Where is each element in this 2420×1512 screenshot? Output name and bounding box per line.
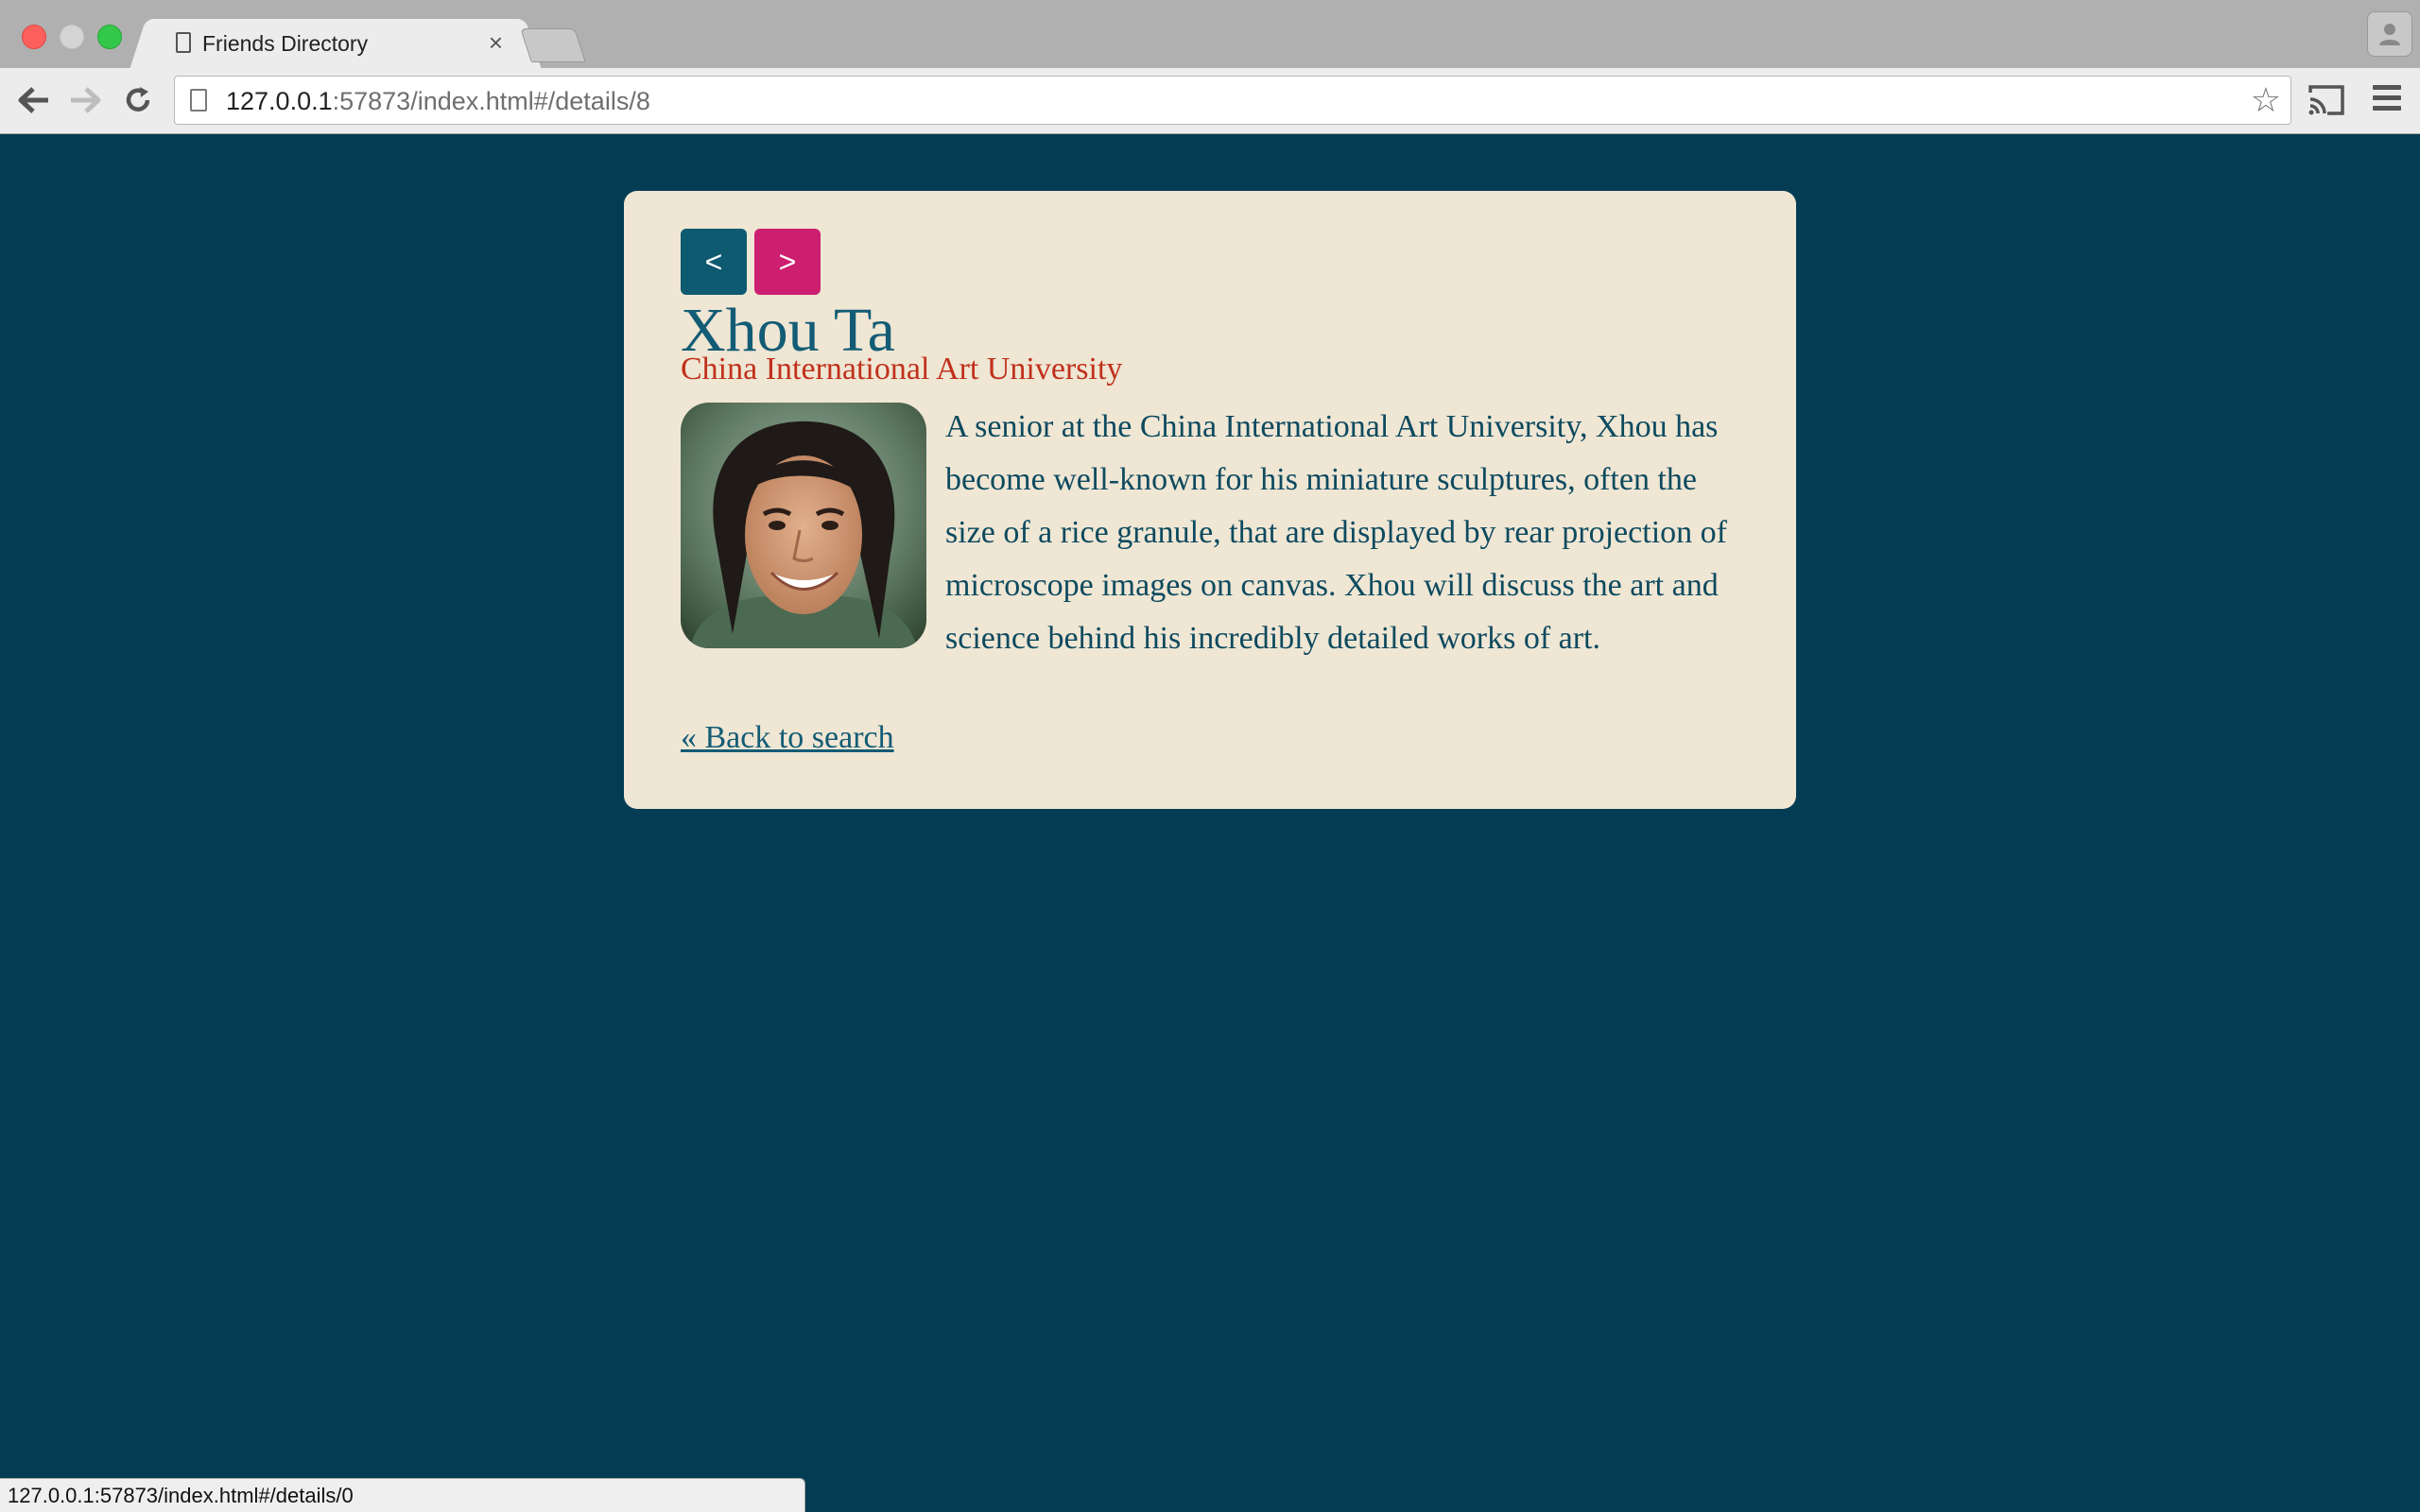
friend-photo	[681, 403, 926, 648]
friend-bio-section: A senior at the China International Art …	[681, 401, 1739, 665]
close-window-button[interactable]	[22, 25, 46, 49]
previous-friend-button[interactable]: <	[681, 229, 747, 295]
tab-close-icon[interactable]: ×	[489, 28, 503, 57]
minimize-window-button[interactable]	[60, 25, 84, 49]
back-button[interactable]	[15, 81, 53, 119]
cast-button[interactable]	[2307, 83, 2346, 117]
page-icon	[176, 32, 191, 53]
forward-button[interactable]	[66, 81, 104, 119]
menu-icon[interactable]	[2371, 85, 2403, 115]
browser-toolbar: 127.0.0.1:57873/index.html#/details/8 ☆	[0, 68, 2420, 134]
bookmark-star-icon[interactable]: ☆	[2251, 82, 2281, 118]
arrow-right-icon	[71, 87, 101, 113]
tab-strip: Friends Directory ×	[0, 0, 2420, 68]
profile-button[interactable]	[2367, 11, 2412, 57]
new-tab-button[interactable]	[520, 28, 586, 62]
address-bar[interactable]: 127.0.0.1:57873/index.html#/details/8 ☆	[174, 76, 2291, 125]
zoom-window-button[interactable]	[97, 25, 122, 49]
reload-button[interactable]	[119, 81, 157, 119]
url-path: :57873/index.html#/details/8	[332, 87, 650, 115]
browser-chrome: Friends Directory × 127.0.0.1:57873/inde…	[0, 0, 2420, 134]
tab-friends-directory[interactable]: Friends Directory ×	[151, 19, 520, 68]
url-host: 127.0.0.1	[226, 87, 333, 115]
cast-icon	[2308, 85, 2344, 115]
next-friend-button[interactable]: >	[754, 229, 821, 295]
tab-title: Friends Directory	[202, 31, 369, 56]
arrow-left-icon	[18, 87, 48, 113]
status-url: 127.0.0.1:57873/index.html#/details/0	[8, 1484, 354, 1507]
reload-icon	[126, 87, 150, 112]
friend-school: China International Art University	[681, 352, 1123, 387]
status-bar: 127.0.0.1:57873/index.html#/details/0	[0, 1478, 805, 1512]
friend-detail-card: < > Xhou Ta China International Art Univ…	[624, 191, 1796, 809]
url-text[interactable]: 127.0.0.1:57873/index.html#/details/8	[226, 87, 650, 116]
back-to-search-link[interactable]: « Back to search	[681, 720, 894, 756]
person-icon	[2379, 24, 2400, 45]
page-icon	[190, 89, 207, 112]
